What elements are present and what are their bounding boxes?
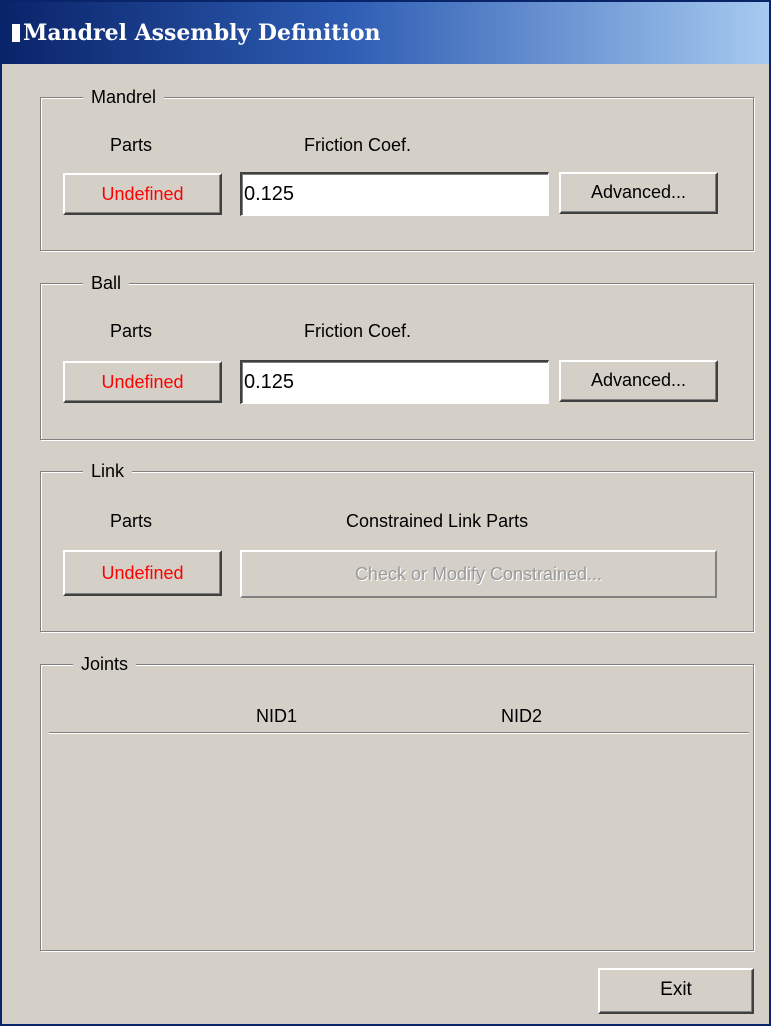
joints-legend: Joints [73, 653, 137, 675]
ball-advanced-button[interactable]: Advanced... [559, 360, 718, 402]
mandrel-legend: Mandrel [83, 86, 165, 108]
joints-column-nid2: NID2 [501, 706, 543, 726]
dialog-window: Mandrel Assembly Definition Mandrel Part… [0, 0, 771, 1026]
joints-column-nid1: NID1 [256, 706, 298, 726]
ball-group: Ball Parts Friction Coef. Undefined Adva… [40, 272, 754, 440]
joints-header-divider [49, 732, 749, 734]
app-icon [12, 24, 20, 42]
ball-parts-label: Parts [110, 321, 153, 341]
link-parts-button[interactable]: Undefined [63, 550, 222, 596]
title-bar[interactable]: Mandrel Assembly Definition [2, 2, 769, 64]
link-parts-label: Parts [110, 511, 153, 531]
mandrel-friction-label: Friction Coef. [304, 135, 412, 155]
mandrel-friction-input[interactable] [240, 172, 549, 216]
link-constrained-label: Constrained Link Parts [346, 511, 529, 531]
joints-list-area[interactable] [49, 735, 749, 945]
ball-parts-button[interactable]: Undefined [63, 361, 222, 403]
window-title: Mandrel Assembly Definition [23, 20, 381, 46]
ball-friction-input[interactable] [240, 360, 549, 404]
mandrel-parts-button[interactable]: Undefined [63, 173, 222, 215]
link-group: Link Parts Constrained Link Parts Undefi… [40, 460, 754, 632]
check-modify-constrained-button: Check or Modify Constrained... [240, 550, 717, 598]
joints-group: Joints NID1 NID2 [40, 653, 754, 951]
mandrel-group: Mandrel Parts Friction Coef. Undefined A… [40, 86, 754, 251]
exit-button[interactable]: Exit [598, 968, 754, 1014]
link-legend: Link [83, 460, 133, 482]
mandrel-advanced-button[interactable]: Advanced... [559, 172, 718, 214]
mandrel-parts-label: Parts [110, 135, 153, 155]
ball-friction-label: Friction Coef. [304, 321, 412, 341]
ball-legend: Ball [83, 272, 130, 294]
